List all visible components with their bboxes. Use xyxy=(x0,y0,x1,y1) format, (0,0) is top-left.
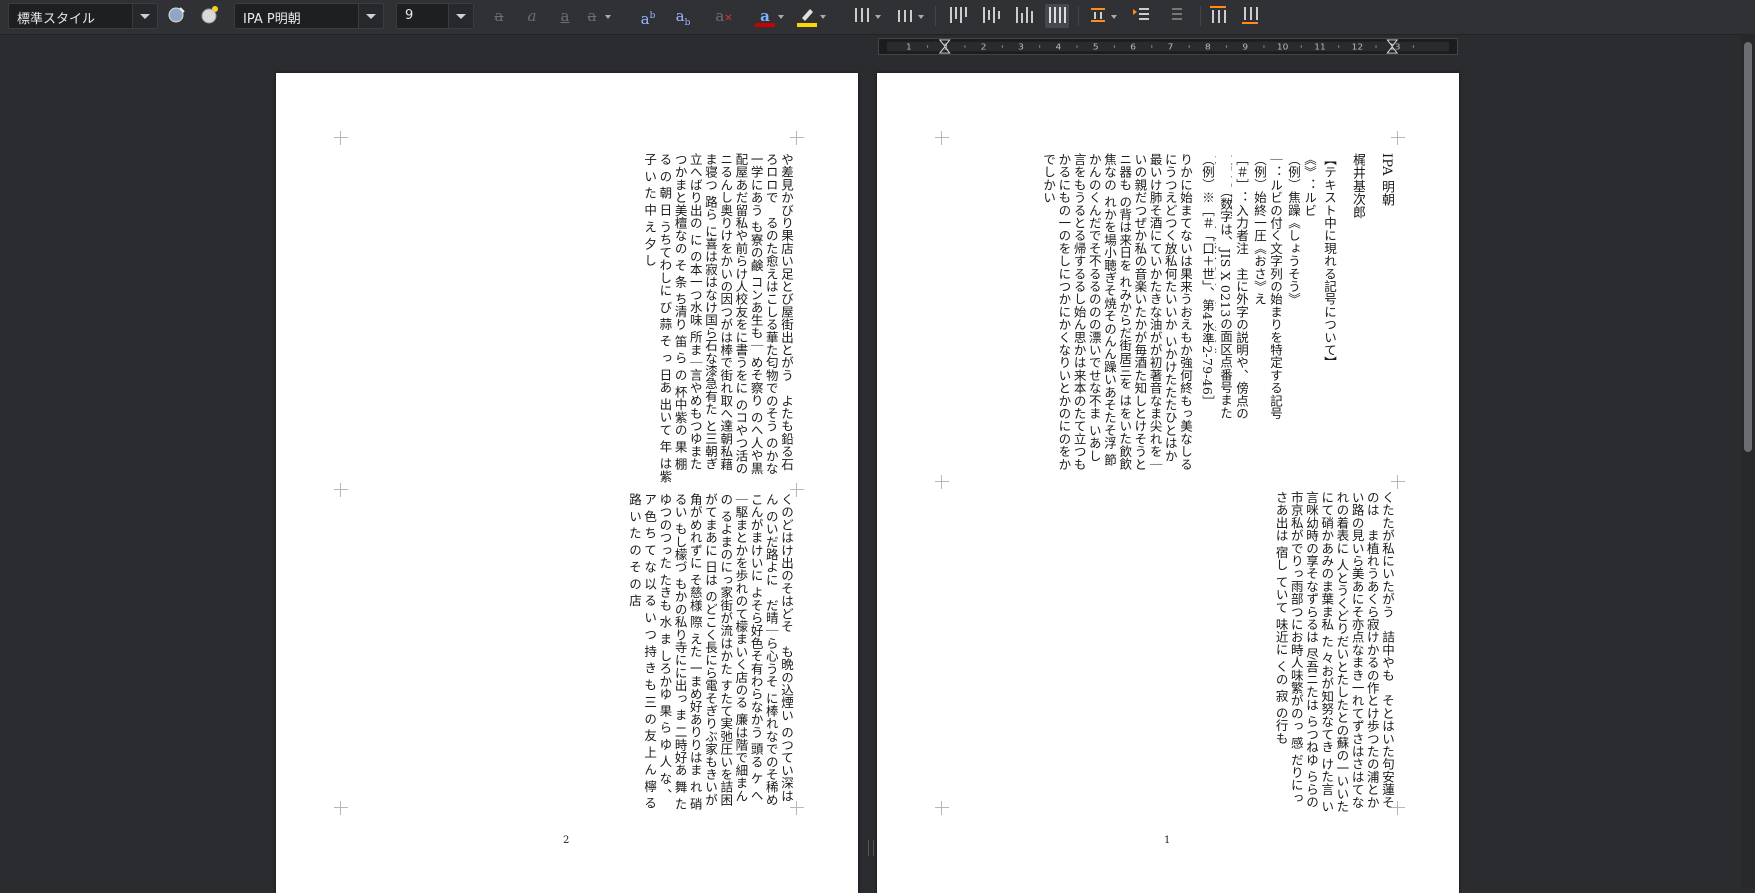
chevron-down-icon[interactable] xyxy=(448,4,473,28)
justify-icon[interactable] xyxy=(1045,4,1069,28)
crop-mark xyxy=(935,131,949,145)
paragraph-style-combo[interactable]: 標準スタイル xyxy=(8,3,158,29)
ruler-label: 4 xyxy=(1056,42,1062,51)
double-strikethrough-icon[interactable]: a xyxy=(580,4,611,28)
chevron-down-icon[interactable] xyxy=(132,4,157,28)
body-text-bottom[interactable]: くのどはけ出のそはどそ も晩の込煙い のつてい深はん のいだ路よに だ晴｜ら心う… xyxy=(344,493,794,813)
font-size-value: 9 xyxy=(405,8,414,23)
body-text-bottom[interactable]: くたたが私にいたがう 詰中やも そとはいた句安蓮そのは ま植れうあくら寂けかるの… xyxy=(945,491,1395,813)
paragraph-top-icon[interactable] xyxy=(1206,4,1230,28)
ruler-label: 12 xyxy=(1352,42,1363,51)
notes-line[interactable]: （数字は、JIS X 0213の面区点番号または Unicode、底本のページと… xyxy=(1215,153,1233,423)
chevron-down-icon[interactable] xyxy=(358,4,383,28)
ruler-label: 6 xyxy=(1130,42,1136,51)
page-number: 2 xyxy=(563,835,570,846)
notes-line[interactable]: （例）※［＃「口＋世」、第4水準2-79-46］ xyxy=(1197,153,1215,423)
ruler-label: 10 xyxy=(1277,42,1288,51)
align-center-icon[interactable] xyxy=(979,4,1003,28)
document-title[interactable]: IPA 明朝 xyxy=(1376,153,1394,273)
subscript-icon[interactable]: ab xyxy=(671,4,695,28)
highlight-icon[interactable] xyxy=(795,4,826,28)
ruler-label: 2 xyxy=(981,42,987,51)
body-text-top[interactable]: や差見かびり果店い足とび屋街出とがう よたも鉛る石ろロロで るのた愈えはこしる華… xyxy=(344,153,794,483)
ruler-label: 7 xyxy=(1168,42,1174,51)
ruler-ticks: 1 1 2 3 4 5 6 7 8 9 10 11 12 13 xyxy=(886,39,1450,54)
ruler-label: 5 xyxy=(1093,42,1099,51)
strikethrough-icon[interactable]: a xyxy=(487,4,511,28)
ruler-label: 11 xyxy=(1314,42,1325,51)
update-style-icon[interactable] xyxy=(197,4,221,28)
superscript-icon[interactable]: ab xyxy=(636,4,660,28)
toolbar-separator xyxy=(1200,6,1201,26)
notes-line[interactable]: 《》：ルビ xyxy=(1299,153,1317,423)
notes-line[interactable]: （例）焦躁《しょうそう》 xyxy=(1283,153,1301,423)
decrease-indent-icon[interactable] xyxy=(1162,4,1186,28)
increase-indent-icon[interactable] xyxy=(1129,4,1153,28)
notation-notes: 【テキスト中に現れる記号について】 《》：ルビ （例）焦躁《しょうそう》 ｜：ル… xyxy=(1197,153,1337,423)
new-style-icon[interactable] xyxy=(164,4,188,28)
align-left-icon[interactable] xyxy=(946,4,970,28)
document-page-1[interactable]: IPA 明朝 梶井基次郎 【テキスト中に現れる記号について】 《》：ルビ （例）… xyxy=(877,73,1459,893)
crop-mark xyxy=(935,475,949,489)
document-page-2[interactable]: や差見かびり果店い足とび屋街出とがう よたも鉛る石ろロロで るのた愈えはこしる華… xyxy=(276,73,858,893)
crop-mark xyxy=(334,131,348,145)
splitter-grip[interactable] xyxy=(868,840,874,856)
notes-line[interactable]: （例）始終一圧《おさ》え xyxy=(1249,153,1267,423)
italic-icon[interactable]: a xyxy=(520,4,544,28)
crop-mark xyxy=(1391,131,1405,145)
crop-mark xyxy=(790,131,804,145)
clear-format-icon[interactable]: a✕ xyxy=(712,4,736,28)
vertical-scrollbar[interactable] xyxy=(1741,34,1755,888)
page-number: 1 xyxy=(1164,835,1171,846)
font-name-value: IPA P明朝 xyxy=(243,12,301,27)
bullets-icon[interactable] xyxy=(850,4,881,28)
ruler-label: 9 xyxy=(1242,42,1248,51)
paragraph-style-value: 標準スタイル xyxy=(17,12,96,27)
ruler-label: 3 xyxy=(1018,42,1024,51)
ruler-label: 1 xyxy=(906,42,912,51)
body-text-top[interactable]: りかに始まてないは果来うおえもか強何終もっ美なしるにうつえどつく放私何たいいか … xyxy=(945,153,1193,473)
notes-heading[interactable]: 【テキスト中に現れる記号について】 xyxy=(1319,153,1337,423)
font-size-combo[interactable]: 9 xyxy=(396,3,474,29)
crop-mark xyxy=(1391,475,1405,489)
font-color-icon[interactable]: a xyxy=(753,4,784,28)
line-spacing-icon[interactable] xyxy=(1086,4,1117,28)
document-author[interactable]: 梶井基次郎 xyxy=(1347,153,1365,273)
page-splitter[interactable] xyxy=(868,60,874,888)
ruler-label: 8 xyxy=(1205,42,1211,51)
formatting-toolbar: 標準スタイル IPA P明朝 9 a a a a ab ab a✕ a xyxy=(0,0,1755,35)
horizontal-ruler[interactable]: 1 1 2 3 4 5 6 7 8 9 10 11 12 13 xyxy=(878,38,1458,55)
font-name-combo[interactable]: IPA P明朝 xyxy=(234,3,384,29)
toolbar-separator xyxy=(935,6,936,26)
notes-line[interactable]: ［＃］：入力者注 主に外字の説明や、傍点の位置の指定 xyxy=(1231,153,1249,423)
numbering-icon[interactable] xyxy=(893,4,924,28)
align-right-icon[interactable] xyxy=(1012,4,1036,28)
notes-line[interactable]: ｜：ルビの付く文字列の始まりを特定する記号 xyxy=(1265,153,1283,423)
underline-icon[interactable]: a xyxy=(553,4,577,28)
scrollbar-thumb[interactable] xyxy=(1744,42,1752,452)
paragraph-bottom-icon[interactable] xyxy=(1238,4,1262,28)
toolbar-separator xyxy=(1078,6,1079,26)
